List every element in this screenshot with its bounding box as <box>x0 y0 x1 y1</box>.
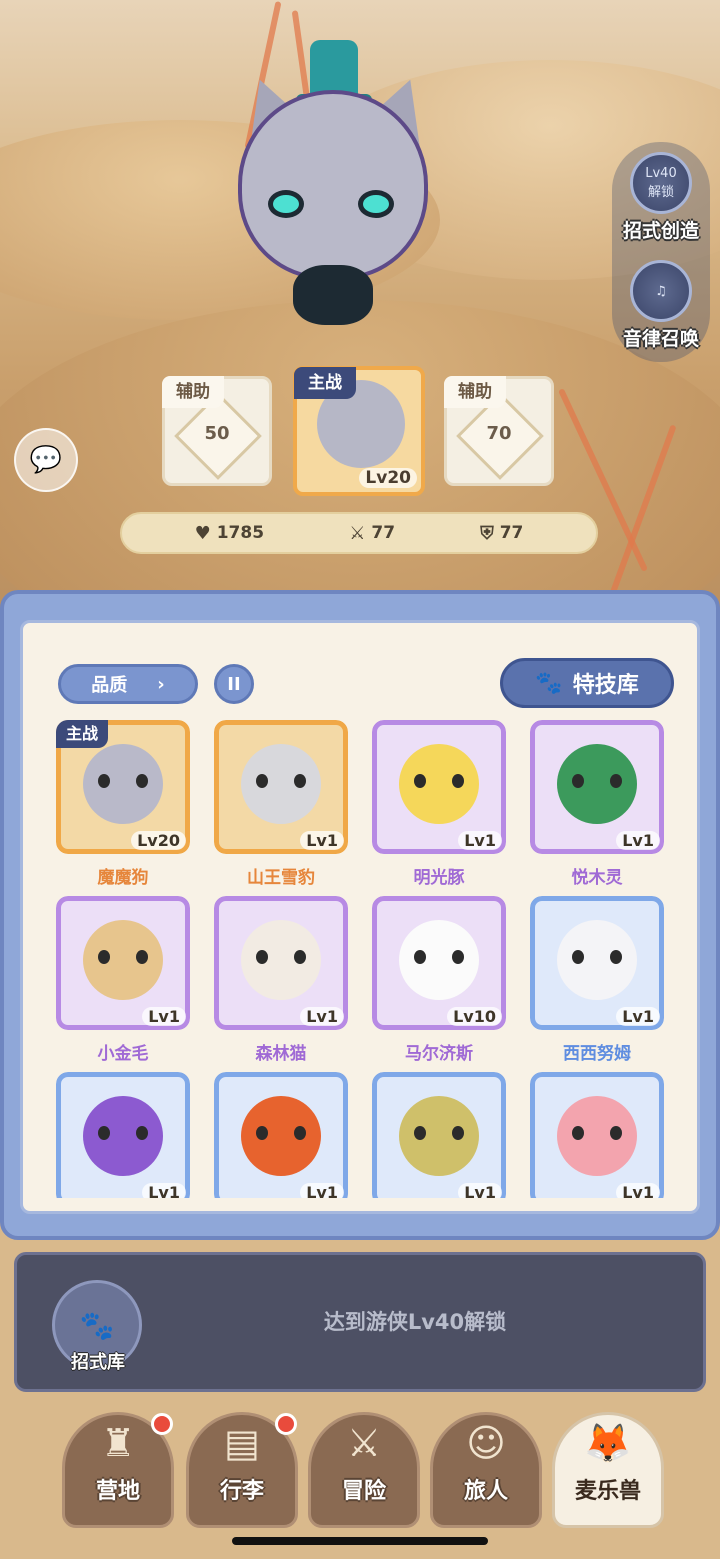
level-badge: Lv1 <box>616 831 660 850</box>
nav-adventure[interactable]: ⚔ 冒险 <box>308 1412 420 1528</box>
paw-icon: 🐾 <box>535 670 563 696</box>
hp-stat: ♥ 1785 <box>194 522 265 544</box>
level-badge: Lv1 <box>616 1183 660 1198</box>
slot-tag: 辅助 <box>444 376 506 408</box>
pet-card[interactable]: Lv1 <box>372 1072 506 1198</box>
level-badge: Lv1 <box>458 1183 502 1198</box>
slot-tag: 辅助 <box>162 376 224 408</box>
pet-name: 明光豚 <box>413 868 465 888</box>
defense-stat: ⛨ 77 <box>480 522 524 544</box>
slot-unlock-level: 50 <box>204 423 230 444</box>
level-badge: Lv20 <box>131 831 186 850</box>
sort-button[interactable]: II <box>214 664 254 704</box>
level-badge: Lv1 <box>300 1183 344 1198</box>
pet-card[interactable]: Lv1 <box>530 720 664 854</box>
pet-eyes <box>256 1126 306 1140</box>
heart-icon: ♥ <box>194 522 211 544</box>
slot-tag: 主战 <box>294 367 356 399</box>
chat-button[interactable]: 💬 <box>14 428 78 492</box>
pet-card[interactable]: Lv1 <box>530 896 664 1030</box>
skill-library-label: 招式库 <box>71 1352 125 1373</box>
pet-eyes <box>256 774 306 788</box>
nav-camp[interactable]: ♜ 营地 <box>62 1412 174 1528</box>
melody-summon-button[interactable]: ♫ 音律召唤 <box>618 260 704 351</box>
person-icon: ☺ <box>466 1421 506 1465</box>
pet-eyes <box>572 950 622 964</box>
active-pet-model[interactable] <box>229 40 441 330</box>
pet-card[interactable]: Lv1 <box>214 1072 348 1198</box>
pet-name: 山王雪豹 <box>247 868 315 888</box>
pet-eyes <box>98 1126 148 1140</box>
side-action-panel: Lv40 解锁 招式创造 ♫ 音律召唤 <box>612 142 710 362</box>
pet-name: 西西努姆 <box>563 1044 631 1064</box>
notification-dot <box>151 1413 173 1435</box>
nav-pets[interactable]: 🦊 麦乐兽 <box>552 1412 664 1528</box>
pet-eyes <box>256 950 306 964</box>
skill-create-label: 招式创造 <box>622 220 699 242</box>
slot-unlock-level: 70 <box>486 423 512 444</box>
pet-eyes <box>572 774 622 788</box>
pet-eyes <box>98 950 148 964</box>
pet-card[interactable]: Lv1 <box>530 1072 664 1198</box>
pet-card[interactable]: Lv10 <box>372 896 506 1030</box>
pet-grid: 主战 Lv20 魔魔狗 Lv1 山王雪豹 Lv1 明光豚 Lv1 悦木灵 Lv1 小金毛 Lv1 森林猫… <box>56 720 666 1198</box>
support-slot-right[interactable]: 辅助 70 <box>444 376 554 486</box>
level-badge: Lv1 <box>300 1007 344 1026</box>
pet-eyes <box>414 950 464 964</box>
crossed-swords-icon: ⚔ <box>346 1421 382 1465</box>
home-indicator[interactable] <box>232 1537 488 1545</box>
pet-card[interactable]: Lv1 <box>214 720 348 854</box>
pet-name: 小金毛 <box>97 1044 149 1064</box>
chat-bubble-icon: 💬 <box>29 445 63 475</box>
pet-card[interactable]: Lv1 <box>372 720 506 854</box>
pet-eyes <box>414 1126 464 1140</box>
pet-card[interactable]: Lv1 <box>56 896 190 1030</box>
crossed-swords-icon: ⚔ <box>349 522 366 544</box>
lock-icon: Lv40 解锁 <box>630 152 692 214</box>
notification-dot <box>275 1413 297 1435</box>
pet-name: 魔魔狗 <box>97 868 149 888</box>
level-badge: Lv1 <box>142 1007 186 1026</box>
pet-name: 森林猫 <box>255 1044 307 1064</box>
pet-name: 悦木灵 <box>571 868 623 888</box>
main-battle-tag: 主战 <box>56 720 109 748</box>
paw-lock-icon: 🐾 <box>79 1308 115 1342</box>
attack-stat: ⚔ 77 <box>349 522 396 544</box>
pet-eyes <box>414 774 464 788</box>
level-badge: Lv1 <box>142 1183 186 1198</box>
skills-library-button[interactable]: 🐾 特技库 <box>500 658 674 708</box>
pet-card[interactable]: 主战 Lv20 <box>56 720 190 854</box>
chevron-right-icon: › <box>157 673 165 695</box>
level-badge: Lv1 <box>616 1007 660 1026</box>
lyre-icon: ♫ <box>630 260 692 322</box>
pet-name: 马尔济斯 <box>405 1044 473 1064</box>
support-slot-left[interactable]: 辅助 50 <box>162 376 272 486</box>
level-badge: Lv1 <box>300 831 344 850</box>
fox-icon: 🦊 <box>584 1421 632 1465</box>
nav-traveler[interactable]: ☺ 旅人 <box>430 1412 542 1528</box>
level-badge: Lv10 <box>447 1007 502 1026</box>
quality-filter-button[interactable]: 品质 › <box>58 664 198 704</box>
level-badge: Lv20 <box>359 468 417 488</box>
pet-card[interactable]: Lv1 <box>214 896 348 1030</box>
pet-card[interactable]: Lv1 <box>56 1072 190 1198</box>
melody-summon-label: 音律召唤 <box>622 328 699 350</box>
pet-eyes <box>98 774 148 788</box>
pet-eyes <box>572 1126 622 1140</box>
shield-icon: ⛨ <box>480 522 494 544</box>
skill-create-button[interactable]: Lv40 解锁 招式创造 <box>618 152 704 243</box>
main-battle-slot[interactable]: 主战 Lv20 <box>293 366 425 496</box>
unlock-message: 达到游侠Lv40解锁 <box>323 1310 507 1334</box>
level-badge: Lv1 <box>458 831 502 850</box>
nav-bag[interactable]: ▤ 行李 <box>186 1412 298 1528</box>
stats-bar: ♥ 1785 ⚔ 77 ⛨ 77 <box>120 512 598 554</box>
sort-icon: II <box>227 673 241 695</box>
